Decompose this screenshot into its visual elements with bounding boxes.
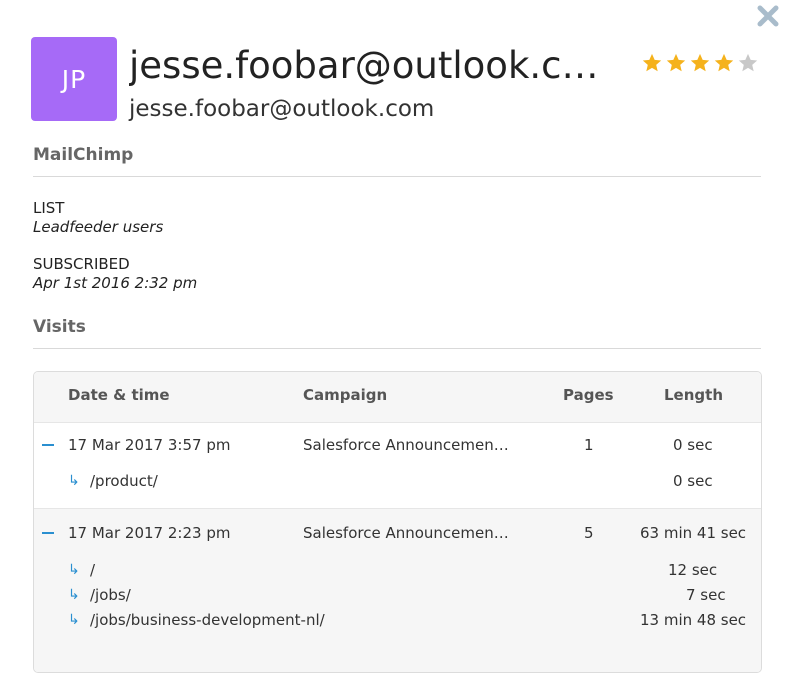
close-icon	[757, 5, 779, 27]
column-header-campaign[interactable]: Campaign	[303, 386, 387, 404]
page-view-length: 13 min 48 sec	[640, 611, 747, 629]
close-button[interactable]	[756, 4, 780, 28]
visits-table: Date & time Campaign Pages Length 17 Mar…	[33, 371, 762, 673]
star-icon[interactable]	[665, 52, 687, 74]
visit-row[interactable]: 17 Mar 2017 3:57 pm Salesforce Announcem…	[34, 423, 761, 508]
column-header-date[interactable]: Date & time	[68, 386, 170, 404]
section-heading-visits: Visits	[33, 317, 86, 337]
collapse-icon[interactable]	[42, 532, 54, 534]
subscribed-value: Apr 1st 2016 2:32 pm	[33, 274, 198, 292]
visit-date: 17 Mar 2017 3:57 pm	[68, 436, 231, 454]
visit-length: 0 sec	[673, 436, 713, 454]
visit-row[interactable]: 17 Mar 2017 2:23 pm Salesforce Announcem…	[34, 508, 761, 672]
visit-campaign: Salesforce Announcemen…	[303, 524, 509, 542]
star-icon[interactable]	[737, 52, 759, 74]
avatar-initials: JP	[61, 64, 87, 94]
page-view-length: 0 sec	[673, 472, 713, 490]
star-icon[interactable]	[689, 52, 711, 74]
divider	[33, 176, 761, 177]
section-heading-mailchimp: MailChimp	[33, 145, 134, 165]
page-view-path[interactable]: /jobs/	[90, 586, 131, 604]
contact-email: jesse.foobar@outlook.com	[129, 96, 435, 122]
subpage-arrow-icon: ↳	[68, 562, 80, 578]
page-view-length: 12 sec	[668, 561, 718, 579]
visit-pages: 5	[584, 524, 594, 542]
visit-date: 17 Mar 2017 2:23 pm	[68, 524, 231, 542]
star-icon[interactable]	[641, 52, 663, 74]
subpage-arrow-icon: ↳	[68, 587, 80, 603]
subpage-arrow-icon: ↳	[68, 612, 80, 628]
visit-length: 63 min 41 sec	[640, 524, 747, 542]
column-header-pages[interactable]: Pages	[563, 386, 614, 404]
contact-name-title: jesse.foobar@outlook.com	[129, 44, 599, 87]
page-view-path[interactable]: /jobs/business-development-nl/	[90, 611, 325, 629]
visit-pages: 1	[584, 436, 594, 454]
list-value: Leadfeeder users	[33, 218, 164, 236]
star-icon[interactable]	[713, 52, 735, 74]
rating-stars[interactable]	[641, 52, 759, 74]
subscribed-label: SUBSCRIBED	[33, 255, 130, 273]
avatar: JP	[31, 37, 117, 121]
collapse-icon[interactable]	[42, 444, 54, 446]
table-header: Date & time Campaign Pages Length	[34, 372, 761, 423]
subpage-arrow-icon: ↳	[68, 473, 80, 489]
visit-campaign: Salesforce Announcemen…	[303, 436, 509, 454]
page-view-length: 7 sec	[686, 586, 726, 604]
page-view-path[interactable]: /product/	[90, 472, 158, 490]
page-view-path[interactable]: /	[90, 561, 95, 579]
list-label: LIST	[33, 199, 65, 217]
divider	[33, 348, 761, 349]
column-header-length[interactable]: Length	[664, 386, 723, 404]
